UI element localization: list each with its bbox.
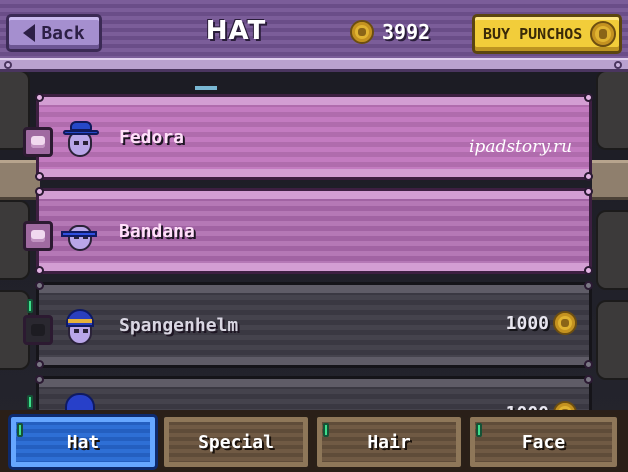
- rivet: [584, 375, 593, 384]
- tab-hat[interactable]: Hat: [8, 414, 158, 470]
- tab-hair[interactable]: Hair: [314, 414, 464, 470]
- page-title: HAT: [205, 16, 267, 46]
- avatar-eye: [74, 141, 79, 145]
- character-head-icon: [65, 307, 95, 347]
- row-rim: [39, 191, 589, 199]
- list-item-bandana[interactable]: Bandana: [23, 187, 593, 275]
- equip-slot[interactable]: [23, 315, 53, 345]
- row-rim: [39, 169, 589, 177]
- back-button[interactable]: Back: [6, 14, 102, 52]
- row-rim: [39, 97, 589, 105]
- rivet: [4, 61, 12, 69]
- tab-label: Face: [521, 431, 566, 453]
- avatar-eye: [74, 329, 79, 333]
- fist-icon: [31, 230, 45, 242]
- character-head-icon: [65, 389, 95, 410]
- row-rim: [39, 263, 589, 271]
- item-price: 1000: [506, 311, 577, 335]
- back-arrow-icon: [23, 24, 36, 42]
- list-item-spangenhelm[interactable]: Spangenhelm 1000: [23, 281, 593, 369]
- tab-special[interactable]: Special: [161, 414, 311, 470]
- green-gem-icon: [27, 395, 33, 409]
- scroll-indicator: [195, 86, 217, 90]
- list-item-partial[interactable]: 1000: [27, 375, 593, 410]
- green-gem-icon: [476, 423, 482, 437]
- equip-slot[interactable]: [23, 127, 53, 157]
- rivet: [584, 266, 593, 275]
- list-item-fedora[interactable]: Fedora ipadstory.ru: [23, 93, 593, 181]
- coin-icon: [553, 401, 577, 410]
- rivet: [35, 375, 44, 384]
- rivet: [35, 266, 44, 275]
- category-tab-bar: Hat Special Hair Face: [0, 410, 628, 472]
- spangenhelm-icon: [66, 309, 94, 327]
- coin-icon: [350, 20, 374, 44]
- hair-icon: [65, 393, 95, 410]
- rivet: [35, 172, 44, 181]
- item-name: Bandana: [119, 221, 195, 242]
- hat-item-list[interactable]: Fedora ipadstory.ru Bandana Spangenhelm …: [0, 70, 628, 410]
- rivet: [614, 61, 622, 69]
- watermark: ipadstory.ru: [469, 137, 573, 157]
- avatar-eye: [83, 329, 88, 333]
- item-name: Spangenhelm: [119, 315, 239, 336]
- rivet: [584, 360, 593, 369]
- price-value: 1000: [506, 403, 549, 411]
- item-name: Fedora: [119, 127, 185, 148]
- price-value: 1000: [505, 312, 549, 334]
- rivet: [584, 187, 593, 196]
- fedora-hat-icon: [63, 121, 99, 135]
- rivet: [35, 93, 44, 102]
- tab-label: Hair: [367, 431, 411, 453]
- rivet: [35, 360, 44, 369]
- fist-icon: [31, 136, 45, 148]
- equip-slot[interactable]: [23, 221, 53, 251]
- punchos-balance: 3992: [350, 20, 430, 44]
- row-rim: [39, 379, 589, 387]
- bandana-icon: [61, 231, 97, 237]
- coin-icon: [590, 21, 616, 47]
- balance-value: 3992: [382, 20, 431, 44]
- row-rim: [39, 285, 589, 293]
- green-gem-icon: [27, 299, 33, 313]
- avatar-face: [68, 225, 92, 251]
- fist-icon: [31, 324, 45, 336]
- buy-punchos-label: BUY PUNCHOS: [483, 25, 583, 43]
- top-bar: Back HAT 3992 BUY PUNCHOS: [0, 0, 628, 66]
- rivet: [584, 172, 593, 181]
- tab-label: Special: [198, 431, 274, 453]
- coin-icon: [553, 311, 577, 335]
- rivet: [584, 281, 593, 290]
- character-head-icon: [63, 119, 99, 159]
- rivet: [35, 281, 44, 290]
- item-price: 1000: [506, 401, 577, 410]
- back-label: Back: [41, 22, 85, 44]
- green-gem-icon: [323, 423, 329, 437]
- rivet: [584, 93, 593, 102]
- green-gem-icon: [17, 423, 23, 437]
- rivet: [35, 187, 44, 196]
- character-head-icon: [61, 213, 97, 253]
- row-rim: [39, 357, 589, 365]
- buy-punchos-button[interactable]: BUY PUNCHOS: [472, 14, 622, 54]
- avatar-eye: [83, 141, 88, 145]
- tab-label: Hat: [66, 431, 100, 453]
- tab-face[interactable]: Face: [467, 414, 620, 470]
